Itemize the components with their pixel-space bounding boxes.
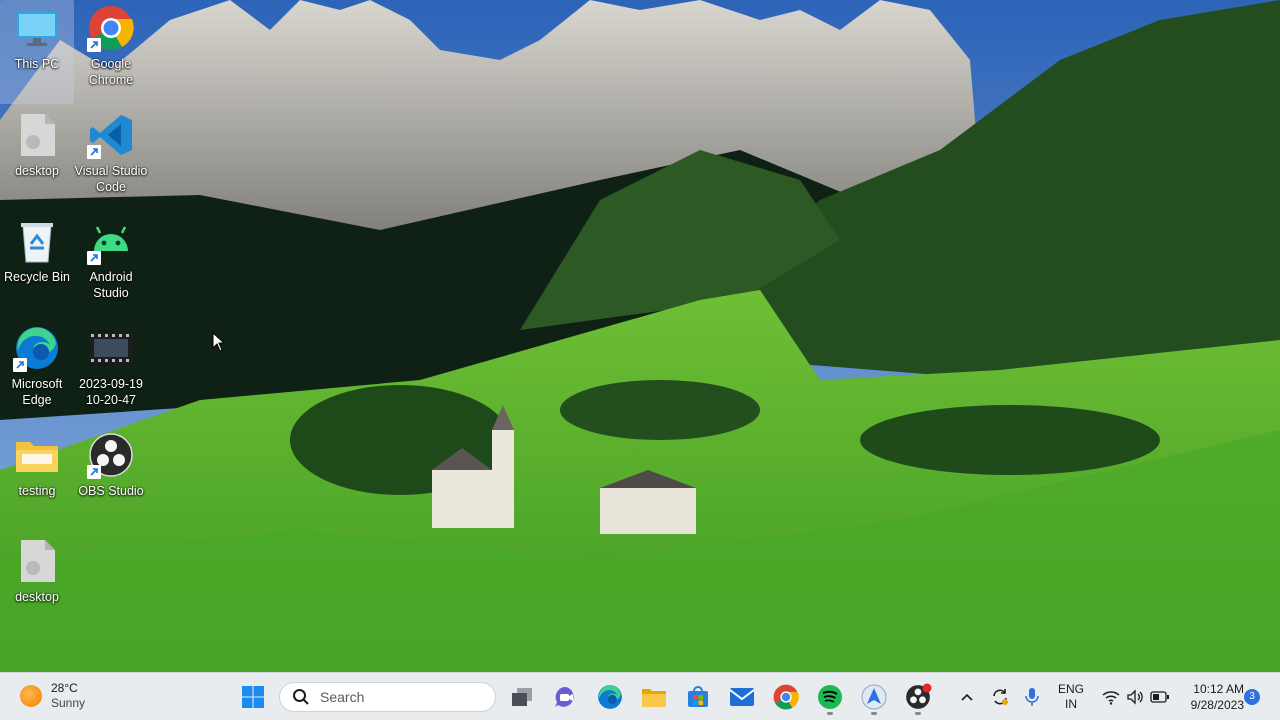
weather-widget[interactable]: 28°C Sunny <box>20 681 85 711</box>
app-icon <box>861 684 887 710</box>
wifi-icon <box>1102 691 1120 705</box>
search-input[interactable]: Search <box>279 682 496 712</box>
store-icon <box>688 686 708 707</box>
sync-tray-button[interactable] <box>984 679 1016 715</box>
taskbar: 28°C Sunny Search ENG IN 10:12 AM 9/28/2… <box>0 672 1280 720</box>
spotify-icon <box>818 685 842 709</box>
edge-icon <box>13 324 61 372</box>
running-indicator <box>827 712 833 715</box>
shortcut-arrow-icon <box>87 38 101 52</box>
language-region: IN <box>1065 697 1077 711</box>
desktop-icon-label: desktop <box>15 164 59 178</box>
monitor-icon <box>13 4 61 52</box>
edge-icon <box>598 685 622 709</box>
clock[interactable]: 10:12 AM 9/28/2023 <box>1178 681 1244 713</box>
desktop-icon-desktop-file-2[interactable]: desktop <box>0 533 74 637</box>
start-button[interactable] <box>235 679 271 715</box>
sun-icon <box>20 685 42 707</box>
desktop-icon-label: Visual Studio Code <box>74 164 148 194</box>
edge-taskbar-button[interactable] <box>592 679 628 715</box>
file-icon <box>13 111 61 159</box>
task-view-icon <box>512 688 532 706</box>
quick-settings-button[interactable] <box>1094 679 1178 715</box>
android-studio-icon <box>87 217 135 265</box>
desktop-icon-label: This PC <box>14 57 60 71</box>
desktop-icon-label: Android Studio <box>89 270 133 300</box>
desktop-icon-label: 2023-09-19 10-20-47 <box>79 377 143 407</box>
sync-icon <box>993 689 1008 705</box>
desktop-icon-obs-studio[interactable]: OBS Studio <box>74 427 148 531</box>
desktop-icon-label: Microsoft Edge <box>11 377 63 407</box>
shortcut-arrow-icon <box>13 358 27 372</box>
folder-icon <box>642 689 666 707</box>
running-indicator <box>871 712 877 715</box>
clock-time: 10:12 AM <box>1193 682 1244 696</box>
desktop-icon-label: desktop <box>15 590 59 604</box>
desktop-icon-android-studio[interactable]: Android Studio <box>74 213 148 317</box>
recording-indicator-icon <box>922 683 932 693</box>
microsoft-store-button[interactable] <box>680 679 716 715</box>
desktop-icon-label: OBS Studio <box>78 484 144 498</box>
microphone-tray-button[interactable] <box>1016 679 1048 715</box>
search-placeholder: Search <box>320 689 365 705</box>
mouse-cursor-icon <box>212 331 226 357</box>
desktop-icon-label: Google Chrome <box>88 57 134 87</box>
shortcut-arrow-icon <box>87 251 101 265</box>
desktop-icon-testing-folder[interactable]: testing <box>0 427 74 531</box>
weather-condition: Sunny <box>51 696 86 710</box>
search-icon <box>293 689 309 705</box>
chrome-icon <box>87 4 135 52</box>
mail-icon <box>729 688 755 706</box>
microphone-icon <box>1025 688 1039 706</box>
folder-icon <box>13 431 61 479</box>
task-view-button[interactable] <box>504 679 540 715</box>
desktop-icon-label: testing <box>18 484 56 498</box>
chrome-icon <box>773 684 799 710</box>
chevron-up-icon <box>961 693 973 701</box>
desktop-icon-google-chrome[interactable]: Google Chrome <box>74 0 148 104</box>
shortcut-arrow-icon <box>87 465 101 479</box>
file-icon <box>13 537 61 585</box>
desktop-icon-microsoft-edge[interactable]: Microsoft Edge <box>0 320 74 424</box>
video-file-icon <box>87 324 135 372</box>
shortcut-arrow-icon <box>87 145 101 159</box>
file-explorer-button[interactable] <box>636 679 672 715</box>
desktop-wallpaper <box>0 0 1280 672</box>
battery-icon <box>1150 691 1169 703</box>
volume-icon <box>1127 689 1143 705</box>
weather-temperature: 28°C <box>51 681 78 695</box>
mail-button[interactable] <box>724 679 760 715</box>
desktop-icon-label: Recycle Bin <box>4 270 70 284</box>
teams-button[interactable] <box>548 679 584 715</box>
obs-taskbar-button[interactable] <box>900 679 936 715</box>
app-running-button[interactable] <box>856 679 892 715</box>
chrome-taskbar-button[interactable] <box>768 679 804 715</box>
desktop-icon-recycle-bin[interactable]: Recycle Bin <box>0 213 74 317</box>
desktop-icon-this-pc[interactable]: This PC <box>0 0 74 104</box>
language-code: ENG <box>1057 682 1084 696</box>
clock-date: 9/28/2023 <box>1190 698 1244 712</box>
vscode-icon <box>87 111 135 159</box>
desktop-icon-vscode[interactable]: Visual Studio Code <box>74 107 148 211</box>
teams-icon <box>555 686 574 707</box>
recycle-bin-icon <box>13 217 61 265</box>
language-indicator[interactable]: ENG IN <box>1052 679 1090 715</box>
show-hidden-icons-button[interactable] <box>950 679 984 715</box>
desktop-icon-desktop-file[interactable]: desktop <box>0 107 74 211</box>
obs-icon <box>87 431 135 479</box>
windows-start-icon <box>242 686 264 708</box>
running-indicator <box>915 712 921 715</box>
desktop-icon-video-file[interactable]: 2023-09-19 10-20-47 <box>74 320 148 424</box>
notification-badge[interactable]: 3 <box>1244 689 1260 705</box>
spotify-button[interactable] <box>812 679 848 715</box>
